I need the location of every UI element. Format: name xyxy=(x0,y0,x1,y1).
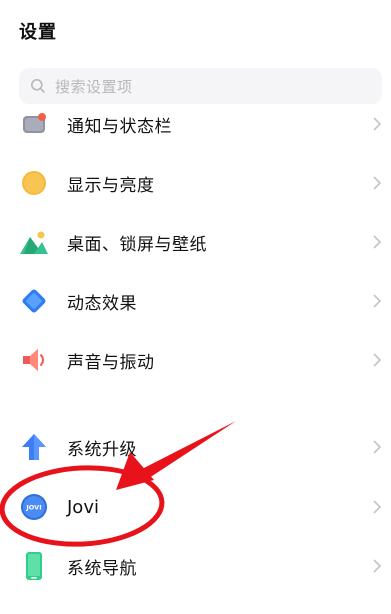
settings-item-label: 显示与亮度 xyxy=(67,175,155,196)
system-upgrade-icon xyxy=(19,432,49,462)
wallpaper-icon xyxy=(19,227,49,257)
settings-item-sound[interactable]: 声音与振动 xyxy=(0,331,391,389)
settings-screen: 设置 搜索设置项 通知与状态栏 显示与亮度 桌面、锁屏与壁纸 动态效果 声音与振… xyxy=(0,0,391,614)
jovi-badge-text: JOVI xyxy=(25,504,41,512)
brightness-icon xyxy=(19,168,49,198)
settings-item-label: 动态效果 xyxy=(67,293,137,314)
chevron-right-icon xyxy=(371,233,383,251)
chevron-right-icon xyxy=(371,174,383,192)
settings-item-label: 通知与状态栏 xyxy=(67,116,172,137)
settings-item-wallpaper[interactable]: 桌面、锁屏与壁纸 xyxy=(0,213,391,271)
settings-item-label: 系统导航 xyxy=(67,558,137,579)
settings-item-label: 桌面、锁屏与壁纸 xyxy=(67,234,207,255)
notification-icon xyxy=(19,109,49,139)
chevron-right-icon xyxy=(371,115,383,133)
settings-item-system-upgrade[interactable]: 系统升级 xyxy=(0,418,391,476)
chevron-right-icon xyxy=(371,557,383,575)
jovi-icon: JOVI xyxy=(19,492,49,522)
settings-item-dynamic-effects[interactable]: 动态效果 xyxy=(0,272,391,330)
settings-item-display[interactable]: 显示与亮度 xyxy=(0,154,391,212)
settings-item-navigation[interactable]: 系统导航 xyxy=(0,537,391,595)
settings-item-label: 声音与振动 xyxy=(67,352,155,373)
chevron-right-icon xyxy=(371,351,383,369)
chevron-right-icon xyxy=(371,292,383,310)
page-title: 设置 xyxy=(19,22,57,43)
search-icon xyxy=(29,77,47,95)
navigation-icon xyxy=(19,551,49,581)
chevron-right-icon xyxy=(371,438,383,456)
settings-item-jovi[interactable]: JOVI Jovi xyxy=(0,478,391,536)
chevron-right-icon xyxy=(371,498,383,516)
settings-item-label: Jovi xyxy=(67,496,99,518)
sound-icon xyxy=(19,345,49,375)
search-placeholder: 搜索设置项 xyxy=(55,77,133,96)
dynamic-effect-icon xyxy=(19,286,49,316)
settings-item-label: 系统升级 xyxy=(67,439,137,460)
settings-item-notifications[interactable]: 通知与状态栏 xyxy=(0,95,391,153)
